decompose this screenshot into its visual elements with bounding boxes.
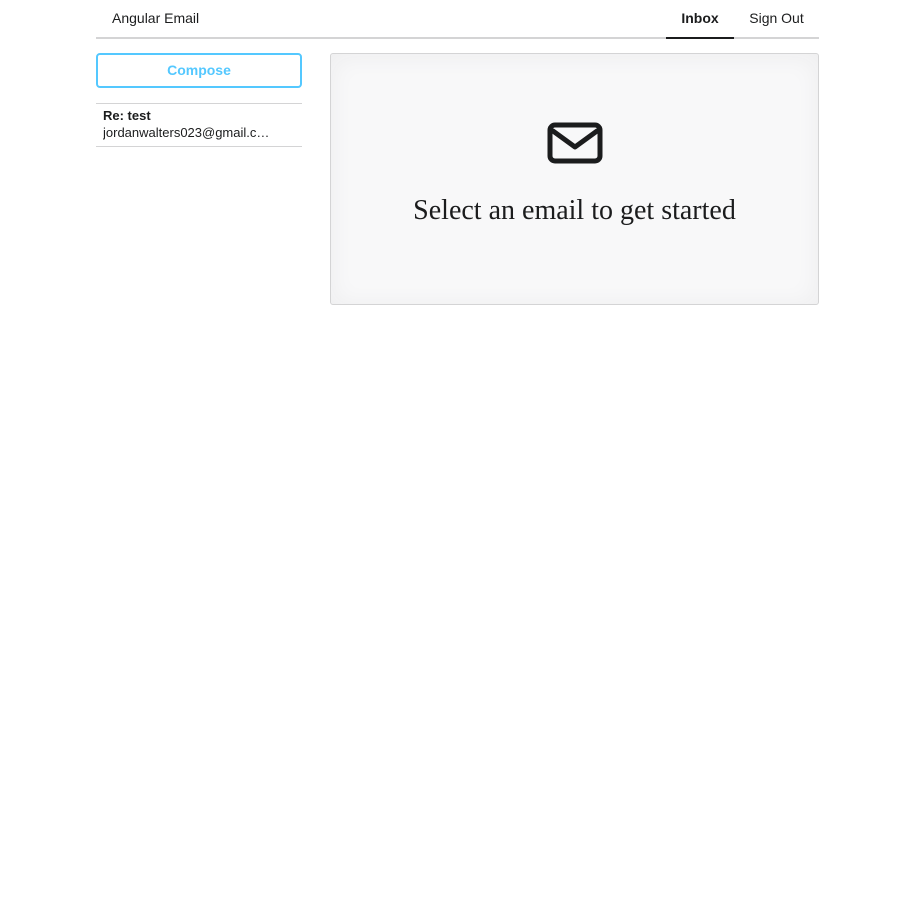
top-menu: Angular Email Inbox Sign Out bbox=[96, 0, 819, 39]
app-title: Angular Email bbox=[112, 10, 200, 26]
email-placeholder-panel: Select an email to get started bbox=[330, 53, 819, 305]
email-list: Re: test jordanwalters023@gmail.com bbox=[96, 103, 302, 147]
envelope-icon bbox=[547, 122, 603, 164]
nav-inbox-link[interactable]: Inbox bbox=[666, 0, 734, 39]
nav-signout-link[interactable]: Sign Out bbox=[734, 0, 819, 39]
compose-button[interactable]: Compose bbox=[96, 53, 302, 88]
email-sender: jordanwalters023@gmail.com bbox=[103, 125, 273, 140]
email-subject: Re: test bbox=[103, 108, 151, 123]
email-list-item[interactable]: Re: test jordanwalters023@gmail.com bbox=[96, 104, 302, 147]
placeholder-message: Select an email to get started bbox=[413, 195, 736, 226]
